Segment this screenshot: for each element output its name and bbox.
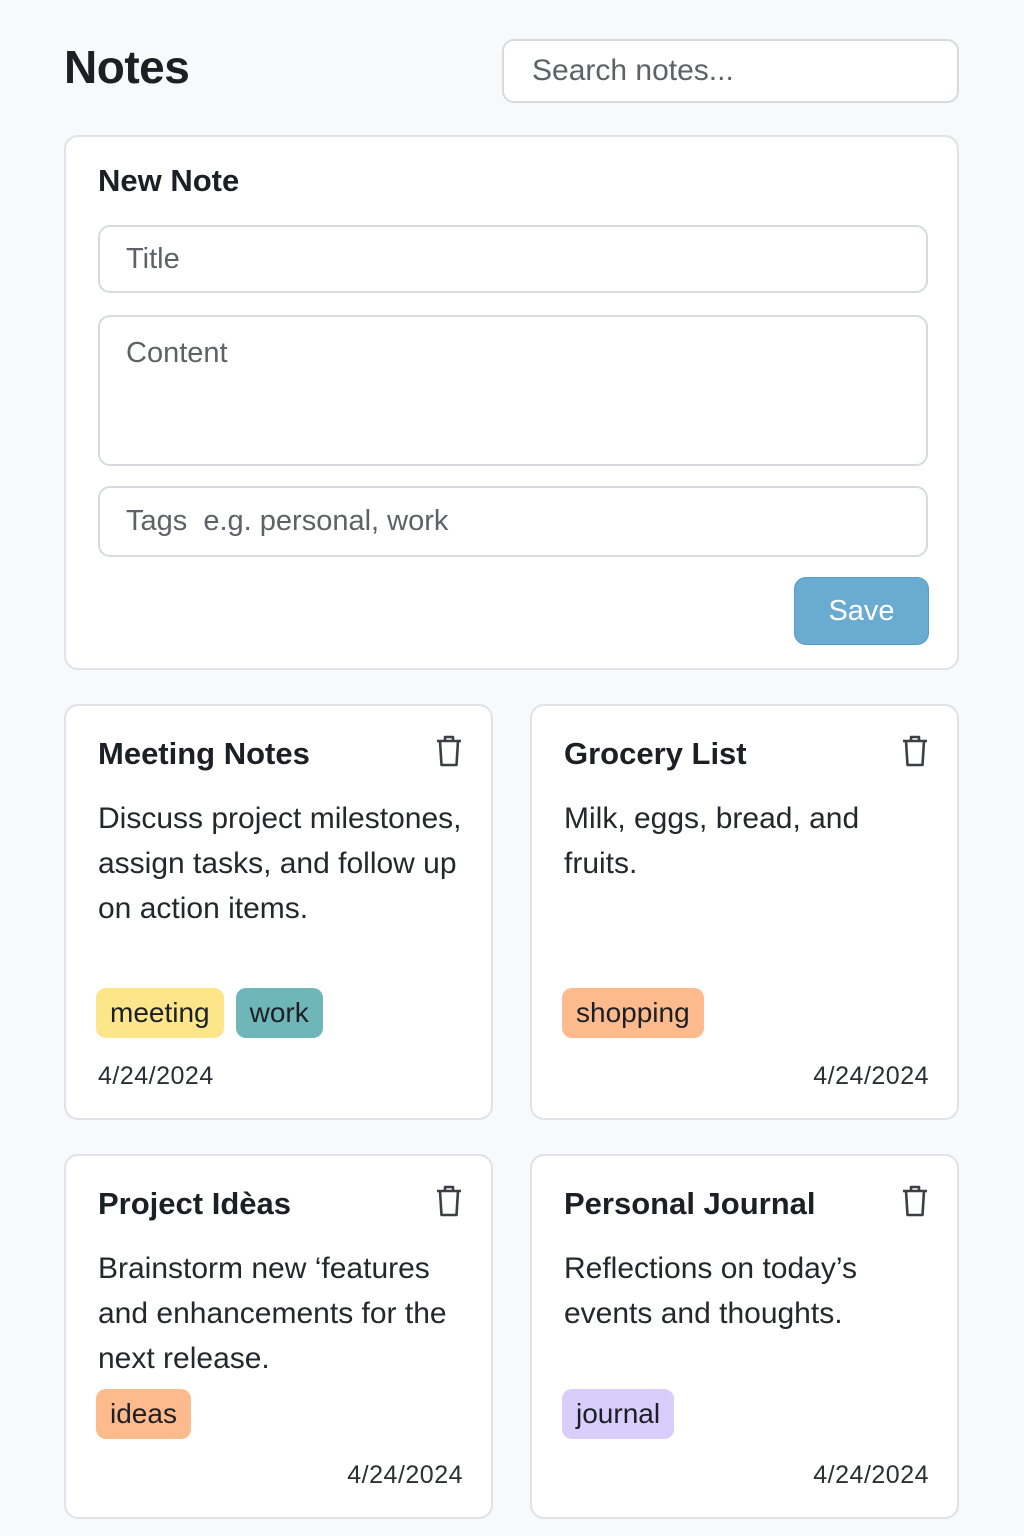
note-content: Discuss project milestones, assign tasks… <box>98 802 462 925</box>
note-title: Personal Journal <box>564 1186 816 1221</box>
note-title: Project Idèas <box>98 1186 291 1221</box>
note-content: Milk, eggs, bread, and fruits. <box>564 802 860 880</box>
note-card[interactable]: Grocery List Milk, eggs, bread, and frui… <box>530 704 959 1120</box>
tag-chip: work <box>235 988 323 1038</box>
note-date: 4/24/2024 <box>813 1062 929 1090</box>
note-date: 4/24/2024 <box>347 1461 463 1489</box>
tag-list: ideas <box>96 1389 191 1439</box>
content-textarea[interactable] <box>98 315 928 466</box>
note-title: Meeting Notes <box>98 736 310 771</box>
note-card[interactable]: Meeting Notes Discuss project milestones… <box>64 704 493 1120</box>
note-title: Grocery List <box>564 736 747 771</box>
trash-icon <box>903 1185 927 1217</box>
note-content: Brainstorm new ‘features and enhancement… <box>98 1252 447 1375</box>
notes-app: Notes New Note Save Meeting Notes Discus… <box>0 0 1024 1536</box>
delete-note-button[interactable] <box>433 1184 465 1220</box>
trash-icon <box>903 735 927 767</box>
new-note-heading: New Note <box>98 163 240 198</box>
trash-icon <box>437 1185 461 1217</box>
tag-list: meeting work <box>96 988 323 1038</box>
note-card[interactable]: Project Idèas Brainstorm new ‘features a… <box>64 1154 493 1519</box>
tags-input[interactable] <box>98 486 928 557</box>
tag-list: journal <box>562 1389 675 1439</box>
title-input[interactable] <box>98 225 928 293</box>
tag-chip: ideas <box>96 1389 191 1439</box>
note-date: 4/24/2024 <box>98 1062 214 1090</box>
trash-icon <box>437 735 461 767</box>
page-title: Notes <box>64 41 190 93</box>
delete-note-button[interactable] <box>899 1184 931 1220</box>
note-card[interactable]: Personal Journal Reflections on today’s … <box>530 1154 959 1519</box>
delete-note-button[interactable] <box>433 734 465 770</box>
new-note-form: New Note Save <box>64 135 959 670</box>
tag-list: shopping <box>562 988 704 1038</box>
note-date: 4/24/2024 <box>813 1461 929 1489</box>
delete-note-button[interactable] <box>899 734 931 770</box>
tag-chip: journal <box>562 1389 675 1439</box>
tag-chip: shopping <box>562 988 704 1038</box>
tag-chip: meeting <box>96 988 224 1038</box>
save-button[interactable]: Save <box>794 577 929 645</box>
search-input[interactable] <box>502 39 959 103</box>
note-content: Reflections on today’s events and though… <box>564 1252 857 1330</box>
